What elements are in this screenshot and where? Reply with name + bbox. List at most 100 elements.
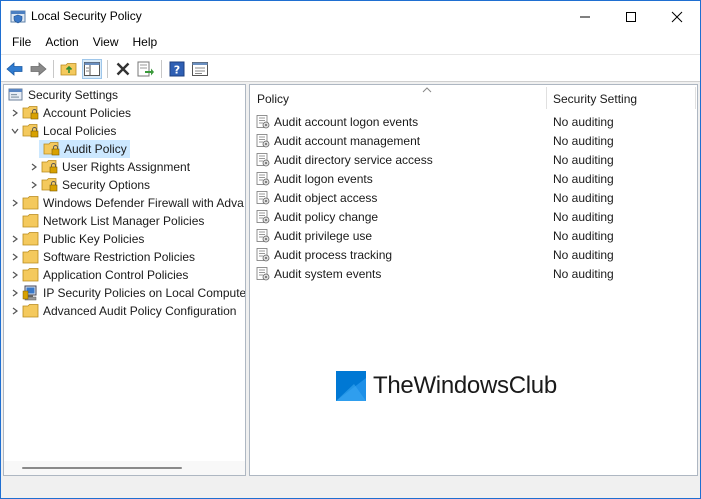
chevron-right-icon[interactable] — [10, 248, 20, 266]
tree-item-network-list-manager-policies[interactable]: Network List Manager Policies — [10, 212, 204, 230]
tree-item-local-policies[interactable]: Local Policies — [10, 122, 116, 140]
policy-setting-icon — [256, 190, 270, 204]
chevron-right-icon[interactable] — [10, 302, 20, 320]
console-tree[interactable]: Security Settings Account Policies Local… — [3, 84, 246, 476]
help-icon: ? — [169, 61, 185, 77]
tree-item-label: Security Settings — [28, 88, 119, 102]
delete-button[interactable] — [113, 59, 133, 79]
column-divider[interactable] — [546, 87, 547, 109]
column-header-security-setting[interactable]: Security Setting — [553, 92, 637, 106]
menu-file[interactable]: File — [5, 33, 38, 54]
menu-bar: File Action View Help — [1, 33, 700, 54]
close-button[interactable] — [654, 1, 700, 33]
menu-view[interactable]: View — [86, 33, 126, 54]
watermark: TheWindowsClub — [336, 371, 557, 401]
details-pane[interactable]: Policy Security Setting Audit account lo… — [249, 84, 698, 476]
up-one-level-button[interactable] — [59, 59, 79, 79]
policy-setting-value: No auditing — [553, 247, 614, 262]
chevron-right-icon[interactable] — [10, 266, 20, 284]
forward-button[interactable] — [28, 59, 48, 79]
tree-item-software-restriction-policies[interactable]: Software Restriction Policies — [10, 248, 195, 266]
tree-item-label: Advanced Audit Policy Configuration — [43, 304, 237, 318]
chevron-right-icon[interactable] — [10, 194, 20, 212]
policy-setting-value: No auditing — [553, 152, 614, 167]
help-button[interactable]: ? — [167, 59, 187, 79]
maximize-button[interactable] — [608, 1, 654, 33]
folder-icon — [22, 268, 39, 282]
svg-text:?: ? — [174, 64, 180, 77]
policy-name: Audit policy change — [274, 209, 379, 224]
scrollbar-thumb[interactable] — [22, 467, 182, 469]
folder-icon — [22, 196, 39, 210]
tree-item-advanced-audit-policy-configuration[interactable]: Advanced Audit Policy Configuration — [10, 302, 236, 320]
policy-name: Audit directory service access — [274, 152, 433, 167]
menu-help[interactable]: Help — [126, 33, 165, 54]
column-header-policy[interactable]: Policy — [257, 92, 289, 106]
tree-item-ip-security-policies[interactable]: IP Security Policies on Local Compute — [10, 284, 245, 302]
policy-name: Audit privilege use — [274, 228, 373, 243]
policy-name: Audit logon events — [274, 171, 373, 186]
policy-setting-icon — [256, 228, 270, 242]
policy-row[interactable]: Audit policy change No auditing — [256, 207, 686, 226]
policy-row[interactable]: Audit directory service access No auditin… — [256, 150, 686, 169]
back-button[interactable] — [5, 59, 25, 79]
horizontal-scrollbar[interactable] — [4, 461, 245, 475]
policy-row[interactable]: Audit object access No auditing — [256, 188, 686, 207]
tree-item-label: User Rights Assignment — [62, 160, 191, 174]
policy-name: Audit account logon events — [274, 114, 419, 129]
tree-item-label: Public Key Policies — [43, 232, 145, 246]
policy-name: Audit process tracking — [274, 247, 393, 262]
policy-setting-value: No auditing — [553, 209, 614, 224]
chevron-right-icon[interactable] — [10, 104, 20, 122]
policy-row[interactable]: Audit logon events No auditing — [256, 169, 686, 188]
watermark-text: TheWindowsClub — [373, 372, 557, 399]
tree-item-audit-policy[interactable]: Audit Policy — [29, 140, 130, 158]
tree-item-application-control-policies[interactable]: Application Control Policies — [10, 266, 188, 284]
export-list-icon — [137, 61, 154, 77]
policy-row[interactable]: Audit process tracking No auditing — [256, 245, 686, 264]
tree-item-windows-defender-firewall[interactable]: Windows Defender Firewall with Adva — [10, 194, 244, 212]
tree-item-security-settings[interactable]: Security Settings — [8, 86, 118, 104]
forward-arrow-icon — [30, 62, 47, 76]
chevron-down-icon[interactable] — [10, 122, 20, 140]
properties-button[interactable] — [190, 59, 210, 79]
folder-lock-icon — [22, 106, 39, 120]
policy-setting-icon — [256, 171, 270, 185]
selected-highlight: Audit Policy — [39, 140, 130, 158]
properties-icon — [192, 62, 208, 76]
policy-row[interactable]: Audit system events No auditing — [256, 264, 686, 283]
menu-action[interactable]: Action — [38, 33, 85, 54]
column-divider[interactable] — [695, 87, 696, 109]
export-list-button[interactable] — [136, 59, 156, 79]
chevron-right-icon[interactable] — [10, 230, 20, 248]
policy-setting-icon — [256, 247, 270, 261]
chevron-right-icon[interactable] — [29, 176, 39, 194]
policy-setting-value: No auditing — [553, 190, 614, 205]
policy-row[interactable]: Audit account logon events No auditing — [256, 112, 686, 131]
maximize-icon — [626, 12, 636, 22]
toolbar-separator — [107, 60, 108, 78]
policy-row[interactable]: Audit privilege use No auditing — [256, 226, 686, 245]
column-header: Policy Security Setting — [250, 85, 697, 111]
minimize-button[interactable] — [562, 1, 608, 33]
tree-item-user-rights-assignment[interactable]: User Rights Assignment — [29, 158, 190, 176]
chevron-right-icon[interactable] — [10, 284, 20, 302]
policy-setting-value: No auditing — [553, 133, 614, 148]
toolbar: ? — [1, 54, 700, 82]
chevron-right-icon[interactable] — [29, 158, 39, 176]
policy-row[interactable]: Audit account management No auditing — [256, 131, 686, 150]
tree-item-label: Windows Defender Firewall with Adva — [43, 196, 244, 210]
tree-item-label: Audit Policy — [64, 142, 127, 156]
tree-item-account-policies[interactable]: Account Policies — [10, 104, 131, 122]
minimize-icon — [580, 16, 590, 18]
tree-item-security-options[interactable]: Security Options — [29, 176, 150, 194]
tree-item-public-key-policies[interactable]: Public Key Policies — [10, 230, 144, 248]
folder-icon — [22, 250, 39, 264]
folder-lock-icon — [41, 178, 58, 192]
sort-ascending-icon — [422, 85, 432, 95]
tree-item-label: Software Restriction Policies — [43, 250, 196, 264]
show-hide-tree-button[interactable] — [82, 59, 102, 79]
policy-setting-icon — [256, 209, 270, 223]
policy-name: Audit account management — [274, 133, 421, 148]
tree-item-label: Network List Manager Policies — [43, 214, 205, 228]
